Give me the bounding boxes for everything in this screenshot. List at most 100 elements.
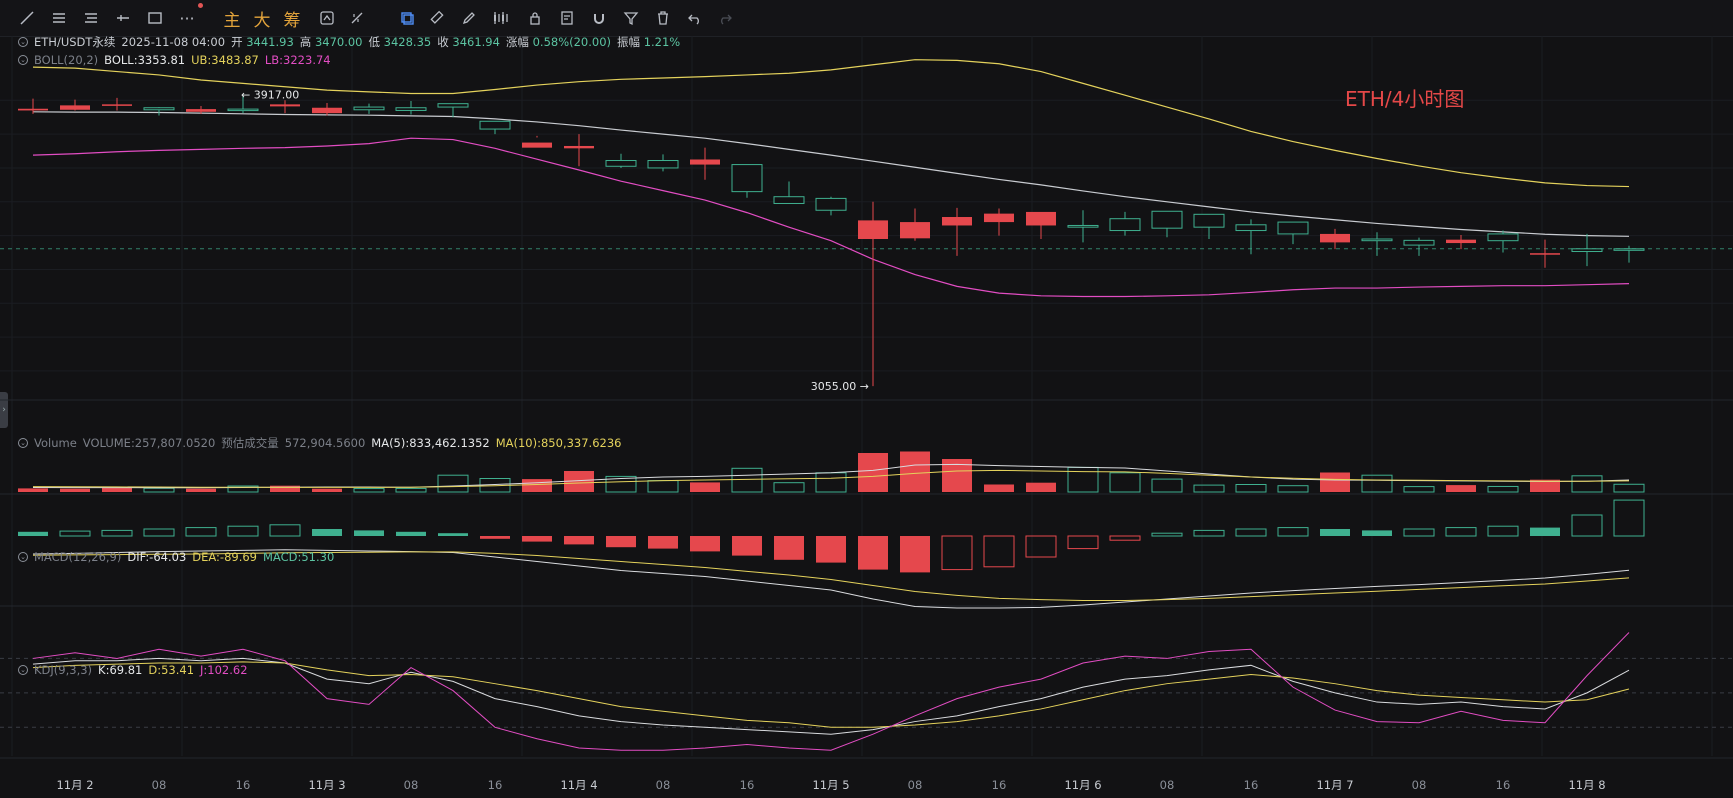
formula-icon[interactable] [314,5,340,31]
main-label[interactable]: 主 [220,5,244,31]
x-tick-label: 16 [488,778,503,792]
collapse-chevron-icon[interactable]: ⌄ [18,55,28,65]
x-tick-label: 11月 6 [1064,778,1101,792]
candle-body-up [1235,224,1267,232]
candle-body-down [984,213,1014,223]
candle-body-down [900,222,930,239]
volume-ma5-line [32,463,1630,489]
x-tick-label: 11月 3 [308,778,345,792]
chart-grid [0,36,1733,759]
boll-ub-value: UB:3483.87 [191,53,259,67]
candle-body-up [479,120,511,130]
time-label: 2025-11-08 04:00 [121,35,226,49]
trash-icon[interactable] [650,5,676,31]
x-tick-label: 11月 7 [1316,778,1353,792]
candle-body-down [60,105,90,110]
chips-label[interactable]: 筹 [280,5,304,31]
redo-icon[interactable] [712,5,738,31]
amp-label: 振幅 [617,35,641,49]
collapse-chevron-icon[interactable]: ⌄ [18,665,28,675]
chart-annotation-title: ETH/4小时图 [1345,87,1464,111]
kdj-legend: ⌄ KDJ(9,3,3) K:69.81 D:53.41 J:102.62 [18,663,248,677]
candle-body-down [690,159,720,165]
more-icon[interactable]: ··· [174,3,203,31]
candle-body-down [18,108,48,111]
filter-icon[interactable] [618,5,644,31]
kdj-j-value: J:102.62 [200,663,248,677]
volume-bar-up [815,472,847,493]
big-label[interactable]: 大 [250,5,274,31]
x-tick-label: 16 [1244,778,1259,792]
ruler-icon[interactable] [424,5,450,31]
macd-dea-value: DEA:-89.69 [192,550,257,564]
trend-line-icon[interactable] [14,5,40,31]
price-chart: 11月 2 08 16 11月 3 08 16 11月 4 08 16 11月 5 08 16 11月 … [0,36,1733,792]
macd-bar-up [269,524,301,537]
macd-bar-down [480,536,510,539]
low-price-annotation: 3055.00 → [811,380,869,393]
macd-bar-down [1109,535,1141,541]
macd-bar-up [438,533,468,536]
macd-bar-up [1193,529,1225,537]
layers-icon[interactable] [394,5,420,31]
amp-value: 1.21% [643,35,681,49]
boll-legend: ⌄ BOLL(20,2) BOLL:3353.81 UB:3483.87 LB:… [18,53,331,67]
collapse-chevron-icon[interactable]: ⌄ [18,552,28,562]
candle-body-down [522,142,552,148]
macd-bar-down [983,535,1015,568]
candle-body-up [647,160,679,169]
candle-body-up [1487,233,1519,242]
predicted-volume-label: 预估成交量 [221,436,279,450]
macd-bar-up [354,530,384,536]
low-label: 低 [368,35,381,49]
x-tick-label: 08 [1412,778,1427,792]
collapse-chevron-icon[interactable]: ⌄ [18,37,28,47]
candle-body-down [1026,211,1056,226]
macd-bar-up [1445,527,1477,537]
x-tick-label: 08 [908,778,923,792]
volume-bar-up [353,488,385,493]
candle-body-down [858,220,888,239]
volume-bar-down [312,488,342,492]
candle-body-up [1613,248,1645,251]
volume-bar-down [18,488,48,492]
macd-bar-down [690,536,720,552]
rectangle-icon[interactable] [142,5,168,31]
lock-icon[interactable] [522,5,548,31]
note-icon[interactable] [554,5,580,31]
kdj-name: KDJ(9,3,3) [34,663,93,677]
volume-legend: ⌄ Volume VOLUME:257,807.0520 预估成交量 572,9… [18,435,621,451]
macd-bar-down [522,536,552,542]
ruler-small-icon[interactable] [344,5,370,31]
macd-bar-up [312,529,342,536]
volume-bar-down [522,479,552,492]
horizontal-lines-icon[interactable] [46,5,72,31]
macd-bar-up [185,527,217,537]
macd-bar-down [648,536,678,549]
x-tick-label: 16 [1496,778,1511,792]
high-value: 3470.00 [314,35,363,49]
candle-body-down [1320,233,1350,243]
macd-bar-down [816,536,846,563]
cross-line-icon[interactable] [110,5,136,31]
volume-bar-up [437,474,469,493]
magnet-icon[interactable] [586,5,612,31]
drawing-toolbar: ··· 主 大 筹 [0,0,1733,37]
volume-bar-down [1320,472,1350,492]
parallel-lines-icon[interactable] [78,5,104,31]
candle-body-down [186,109,216,112]
open-value: 3441.93 [246,35,294,49]
kdj-j-line [32,632,1630,751]
undo-icon[interactable] [682,5,708,31]
x-tick-label: 11月 5 [812,778,849,792]
collapse-chevron-icon[interactable]: ⌄ [18,438,28,448]
x-tick-label: 11月 2 [56,778,93,792]
high-price-annotation: ← 3917.00 [241,89,299,102]
candle-body-up [395,107,427,111]
volume-bar-down [900,451,930,492]
candle-body-up [1067,224,1099,228]
macd-bar-up [227,525,259,537]
candle-body-up [1571,248,1603,253]
candle-icon[interactable] [488,5,514,31]
pencil-icon[interactable] [456,5,482,31]
